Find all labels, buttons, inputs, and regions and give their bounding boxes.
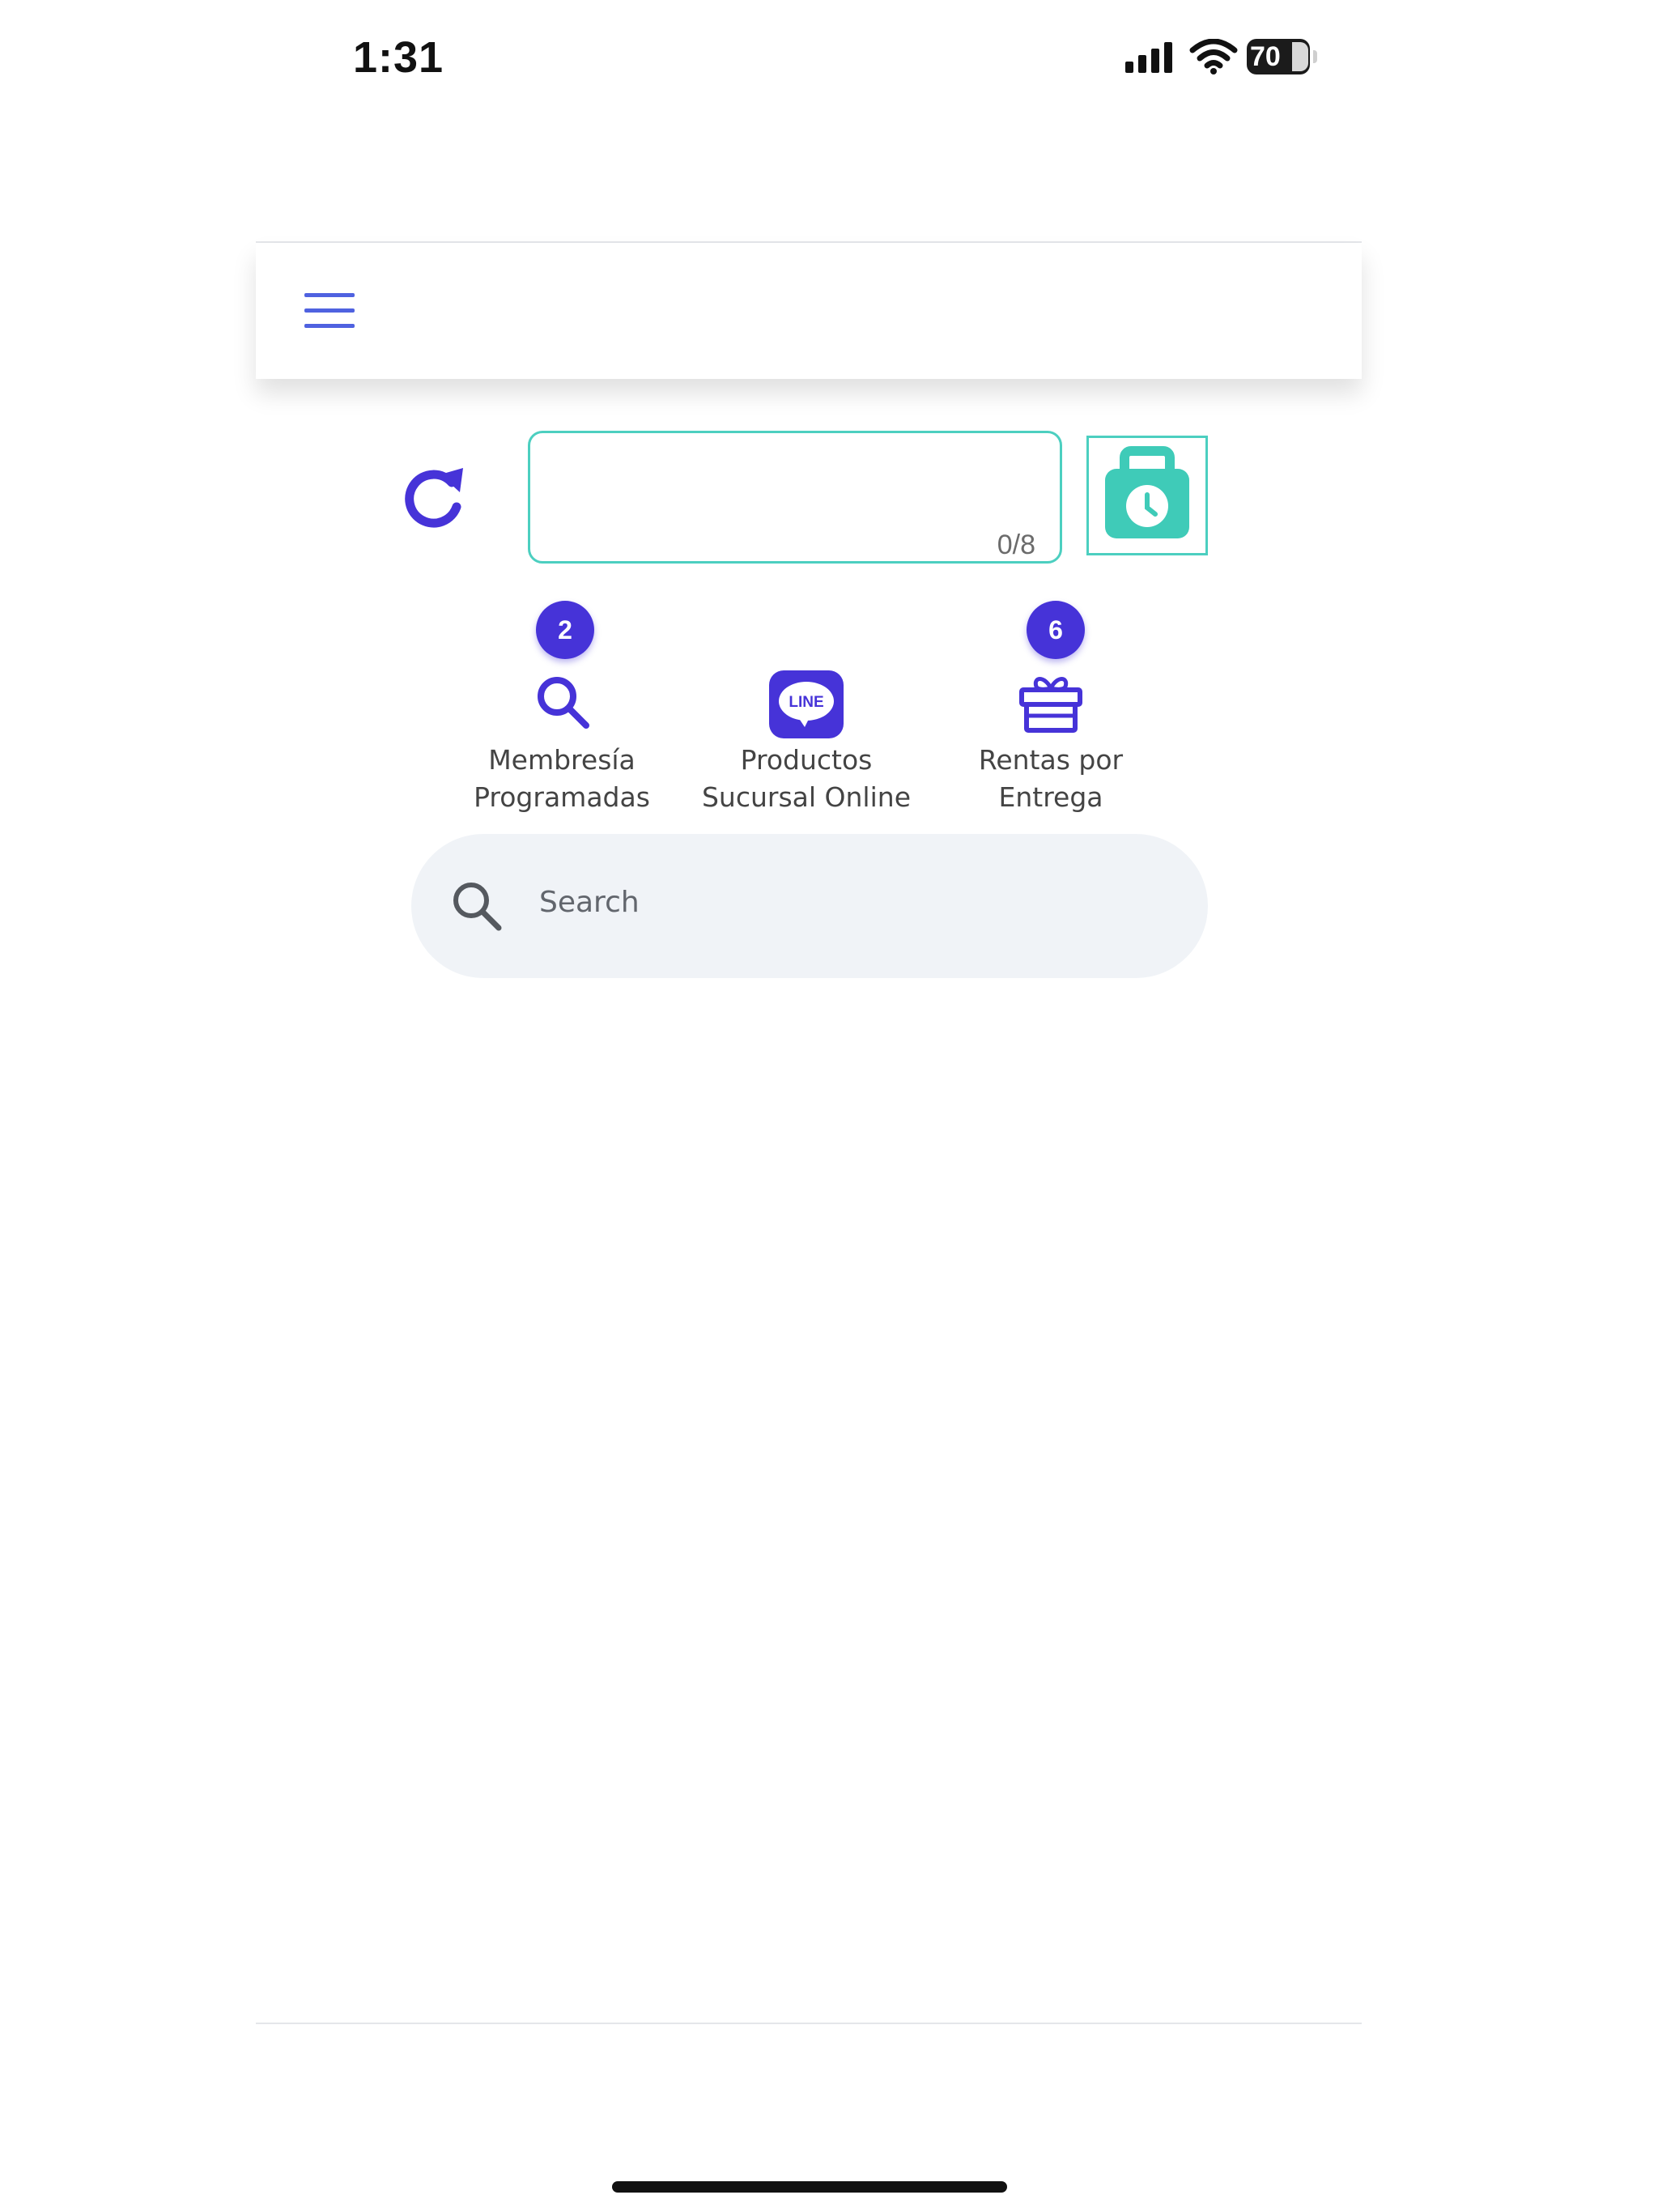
app-frame: 0/8 2 Membresía Programadas LINE Product…: [256, 241, 1362, 2024]
shortcut-label: Membresía Programadas: [474, 744, 650, 813]
status-time: 1:31: [353, 33, 444, 82]
svg-text:LINE: LINE: [789, 694, 823, 711]
count-badge: 2: [536, 601, 594, 659]
search-input[interactable]: Search: [539, 886, 640, 919]
bottom-divider: [256, 2023, 1362, 2024]
battery-tip: [1313, 50, 1317, 63]
code-input-field[interactable]: 0/8: [528, 431, 1062, 564]
wifi-icon: [1189, 39, 1238, 74]
battery-icon: 70: [1247, 39, 1310, 74]
home-indicator[interactable]: [612, 2181, 1007, 2193]
status-icons: 70: [1125, 39, 1328, 79]
line-app-icon: LINE: [769, 670, 844, 738]
shortcut-productos-sucursal-online[interactable]: LINE Productos Sucursal Online: [685, 604, 928, 815]
character-counter: 0/8: [997, 530, 1035, 560]
refresh-button[interactable]: [398, 460, 471, 533]
timer-lock-icon: [1105, 446, 1189, 538]
search-bar[interactable]: Search: [411, 834, 1208, 978]
shortcut-label: Rentas por Entrega: [978, 744, 1124, 813]
hamburger-menu-icon[interactable]: [304, 293, 356, 329]
shortcut-membresia-programadas[interactable]: 2 Membresía Programadas: [440, 601, 683, 815]
search-icon: [538, 677, 589, 729]
timed-lock-button[interactable]: [1086, 436, 1208, 555]
shortcut-rentas-por-entrega[interactable]: 6 Rentas por Entrega: [929, 601, 1172, 815]
battery-level: 70: [1250, 41, 1281, 72]
cellular-signal-icon: [1125, 42, 1172, 73]
search-icon: [453, 883, 502, 931]
app-header: [256, 243, 1362, 379]
count-badge: 6: [1027, 601, 1085, 659]
refresh-icon: [405, 468, 463, 528]
status-bar: 1:31 70: [0, 0, 1658, 121]
shortcut-label: Productos Sucursal Online: [701, 744, 911, 813]
gift-box-icon: [1019, 677, 1082, 733]
